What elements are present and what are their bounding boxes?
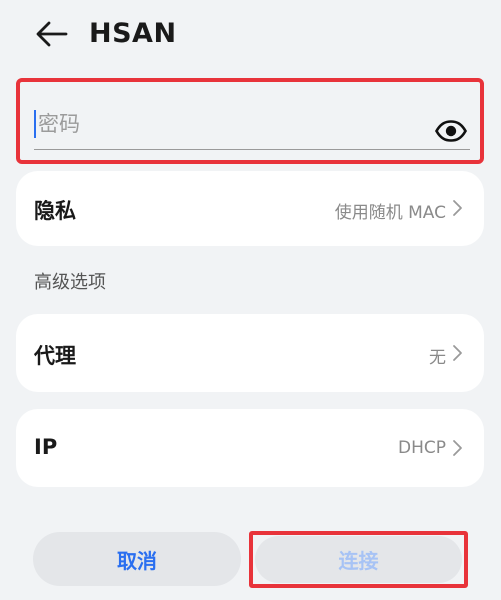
chevron-right-icon bbox=[453, 440, 462, 456]
password-field-container bbox=[16, 78, 484, 164]
eye-icon bbox=[435, 120, 467, 142]
password-input[interactable] bbox=[38, 106, 418, 142]
ip-value: DHCP bbox=[398, 438, 446, 458]
proxy-label: 代理 bbox=[34, 344, 76, 368]
back-arrow-icon bbox=[36, 21, 68, 47]
proxy-row[interactable]: 代理 无 bbox=[16, 314, 484, 392]
back-button[interactable] bbox=[32, 16, 72, 52]
page-title: HSAN bbox=[89, 18, 177, 49]
ip-row[interactable]: IP DHCP bbox=[16, 409, 484, 487]
show-password-toggle[interactable] bbox=[434, 118, 468, 144]
header-bar: HSAN bbox=[0, 0, 501, 70]
text-cursor bbox=[34, 110, 36, 138]
chevron-right-icon bbox=[453, 345, 462, 361]
proxy-value: 无 bbox=[429, 348, 446, 368]
privacy-value: 使用随机 MAC bbox=[334, 203, 446, 223]
input-underline bbox=[34, 149, 470, 150]
advanced-options-heading: 高级选项 bbox=[34, 272, 106, 293]
cancel-button[interactable]: 取消 bbox=[33, 532, 241, 586]
chevron-right-icon bbox=[453, 200, 462, 216]
privacy-row[interactable]: 隐私 使用随机 MAC bbox=[16, 171, 484, 246]
connect-button[interactable]: 连接 bbox=[255, 536, 462, 583]
connect-button-highlight: 连接 bbox=[249, 531, 468, 588]
ip-label: IP bbox=[34, 435, 58, 459]
privacy-label: 隐私 bbox=[34, 199, 76, 223]
